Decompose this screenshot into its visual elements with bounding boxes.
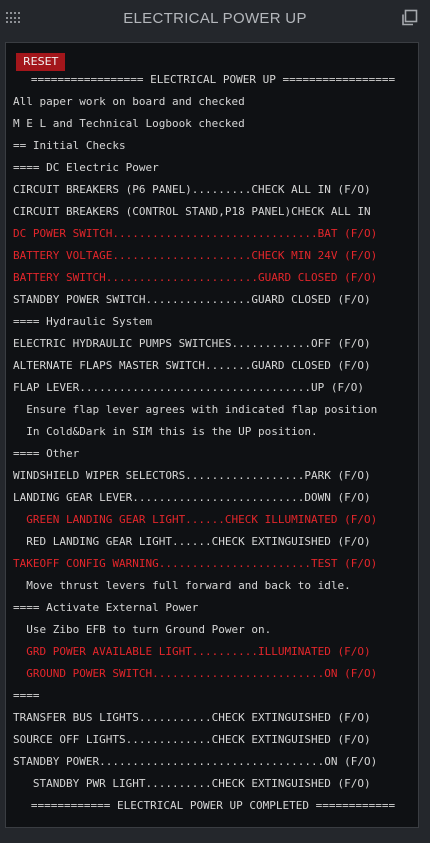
checklist-line: ==== DC Electric Power xyxy=(13,161,159,174)
popout-window-icon[interactable] xyxy=(400,9,418,27)
checklist-line: STANDBY POWER SWITCH................GUAR… xyxy=(13,293,371,306)
checklist-line: FLAP LEVER..............................… xyxy=(13,381,364,394)
checklist-line: WINDSHIELD WIPER SELECTORS..............… xyxy=(13,469,371,482)
window-titlebar[interactable]: ELECTRICAL POWER UP xyxy=(0,0,430,36)
checklist-line: RED LANDING GEAR LIGHT......CHECK EXTING… xyxy=(13,535,371,548)
checklist-line: DC POWER SWITCH.........................… xyxy=(13,227,378,240)
checklist-line: BATTERY VOLTAGE.....................CHEC… xyxy=(13,249,378,262)
checklist-line: Use Zibo EFB to turn Ground Power on. xyxy=(13,623,272,636)
checklist-line: == Initial Checks xyxy=(13,139,126,152)
checklist-line: ==== Activate External Power xyxy=(13,601,199,614)
grip-dots-icon[interactable] xyxy=(6,12,20,24)
checklist-line: ============ ELECTRICAL POWER UP COMPLET… xyxy=(30,799,396,812)
checklist-line: CIRCUIT BREAKERS (CONTROL STAND,P18 PANE… xyxy=(13,205,371,218)
checklist-line: SOURCE OFF LIGHTS.............CHECK EXTI… xyxy=(13,733,371,746)
checklist-line: ELECTRIC HYDRAULIC PUMPS SWITCHES.......… xyxy=(13,337,371,350)
checklist-line: TAKEOFF CONFIG WARNING..................… xyxy=(13,557,378,570)
checklist-line: M E L and Technical Logbook checked xyxy=(13,117,245,130)
checklist-line: In Cold&Dark in SIM this is the UP posit… xyxy=(13,425,318,438)
checklist-line: BATTERY SWITCH.......................GUA… xyxy=(13,271,378,284)
checklist-window: ELECTRICAL POWER UP RESET ==============… xyxy=(0,0,430,843)
checklist-line: Move thrust levers full forward and back… xyxy=(13,579,351,592)
checklist-line: CIRCUIT BREAKERS (P6 PANEL).........CHEC… xyxy=(13,183,371,196)
checklist-line: All paper work on board and checked xyxy=(13,95,245,108)
checklist-line: ================= ELECTRICAL POWER UP ==… xyxy=(30,73,396,86)
checklist-line: Ensure flap lever agrees with indicated … xyxy=(13,403,378,416)
checklist-line: ALTERNATE FLAPS MASTER SWITCH.......GUAR… xyxy=(13,359,371,372)
checklist-line: ==== Hydraulic System xyxy=(13,315,153,328)
checklist-line: GREEN LANDING GEAR LIGHT......CHECK ILLU… xyxy=(13,513,378,526)
checklist-panel: RESET ================= ELECTRICAL POWER… xyxy=(5,42,419,828)
checklist-line: TRANSFER BUS LIGHTS...........CHECK EXTI… xyxy=(13,711,371,724)
checklist-line: STANDBY PWR LIGHT..........CHECK EXTINGU… xyxy=(13,777,371,790)
checklist-line: GRD POWER AVAILABLE LIGHT..........ILLUM… xyxy=(13,645,371,658)
checklist-line: ==== xyxy=(13,689,40,702)
checklist-line: STANDBY POWER...........................… xyxy=(13,755,378,768)
checklist-lines: ================= ELECTRICAL POWER UP ==… xyxy=(6,69,418,817)
checklist-line: ==== Other xyxy=(13,447,80,460)
checklist-line: LANDING GEAR LEVER......................… xyxy=(13,491,371,504)
checklist-line: GROUND POWER SWITCH.....................… xyxy=(13,667,378,680)
window-title: ELECTRICAL POWER UP xyxy=(123,9,307,27)
